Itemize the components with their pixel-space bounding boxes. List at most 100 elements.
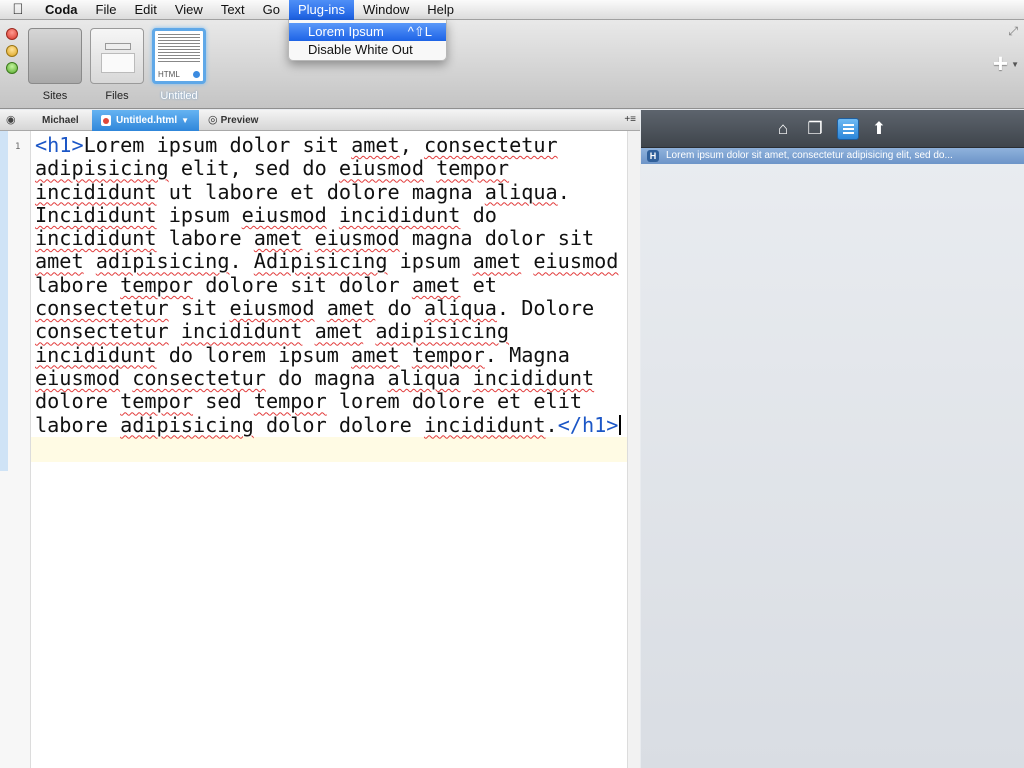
- misspelled-word: incididunt: [35, 342, 157, 367]
- misspelled-word: amet: [411, 272, 461, 297]
- misspelled-word: eiusmod: [241, 202, 327, 227]
- zoom-window-button[interactable]: [6, 62, 18, 74]
- misspelled-word: adipisicing: [35, 156, 169, 181]
- misspelled-word: eiusmod: [314, 226, 400, 251]
- misspelled-word: adipisicing: [120, 412, 254, 437]
- split-pane-icon[interactable]: +≡: [624, 114, 636, 125]
- files-thumbnail[interactable]: [90, 28, 144, 84]
- misspelled-word: Adipisicing: [253, 249, 388, 274]
- home-icon[interactable]: ⌂: [772, 118, 794, 140]
- misspelled-word: tempor: [120, 272, 194, 297]
- menu-bar:  Coda File Edit View Text Go Plug-ins W…: [0, 0, 1024, 20]
- misspelled-word: amet: [314, 319, 364, 344]
- misspelled-word: aliqua: [423, 296, 497, 321]
- misspelled-word: amet: [35, 249, 84, 274]
- current-line-highlight: [31, 437, 627, 462]
- menu-plugins[interactable]: Plug-ins: [289, 0, 354, 20]
- misspelled-word: consectetur: [35, 296, 169, 321]
- menu-item-lorem-ipsum[interactable]: Lorem Ipsum ^⇧L: [289, 23, 446, 41]
- breadcrumb-site[interactable]: Michael: [42, 110, 79, 131]
- menu-text[interactable]: Text: [212, 0, 254, 20]
- breadcrumb-file[interactable]: Untitled.html ▼: [92, 110, 200, 131]
- menu-go[interactable]: Go: [254, 0, 289, 20]
- misspelled-word: incididunt: [338, 202, 461, 227]
- navigator-icon[interactable]: [837, 118, 859, 140]
- breadcrumb: ◉ Michael Untitled.html ▼ ◎ Preview +≡: [0, 110, 640, 131]
- plugins-dropdown: Lorem Ipsum ^⇧L Disable White Out: [288, 20, 447, 61]
- menu-help[interactable]: Help: [418, 0, 463, 20]
- misspelled-word: eiusmod: [229, 296, 315, 321]
- add-icon[interactable]: +: [993, 48, 1008, 79]
- text-cursor: [619, 414, 622, 435]
- misspelled-word: eiusmod: [35, 365, 121, 390]
- misspelled-word: incididunt: [472, 365, 595, 390]
- misspelled-word: consectetur: [132, 365, 266, 390]
- sites-label: Sites: [42, 90, 68, 102]
- heading-text: Lorem ipsum dolor sit amet, consectetur …: [35, 133, 619, 437]
- untitled-document-thumbnail[interactable]: HTML: [152, 28, 206, 84]
- misspelled-word: Incididunt: [35, 202, 157, 227]
- misspelled-word: aliqua: [387, 365, 461, 390]
- fold-indicator[interactable]: [0, 131, 8, 471]
- hide-show-icon[interactable]: ◉: [6, 114, 20, 126]
- apple-icon[interactable]: : [0, 0, 36, 20]
- misspelled-word: consectetur: [35, 319, 169, 344]
- misspelled-word: tempor: [436, 156, 510, 181]
- menu-view[interactable]: View: [166, 0, 212, 20]
- menu-app[interactable]: Coda: [36, 0, 87, 20]
- menu-item-label: Lorem Ipsum: [308, 24, 384, 39]
- menu-file[interactable]: File: [87, 0, 126, 20]
- chevron-down-icon: ▼: [181, 116, 190, 125]
- misspelled-word: amet: [351, 342, 400, 367]
- file-panel-decoration: [101, 53, 135, 73]
- misspelled-word: eiusmod: [533, 249, 619, 274]
- close-window-button[interactable]: [6, 28, 18, 40]
- clips-icon[interactable]: ❐: [804, 118, 826, 140]
- sites-thumbnail[interactable]: [28, 28, 82, 84]
- minimize-window-button[interactable]: [6, 45, 18, 57]
- misspelled-word: consectetur: [424, 133, 558, 157]
- close-tag: </h1>: [557, 412, 619, 437]
- heading-badge-icon: H: [647, 150, 659, 162]
- code-text[interactable]: <h1>Lorem ipsum dolor sit amet, consecte…: [35, 133, 625, 437]
- misspelled-word: adipisicing: [375, 319, 510, 344]
- misspelled-word: amet: [253, 226, 303, 251]
- document-format-label: HTML: [158, 70, 180, 79]
- file-bar-decoration: [105, 43, 131, 50]
- preview-label: Preview: [220, 115, 259, 126]
- code-editor[interactable]: 1 <h1>Lorem ipsum dolor sit amet, consec…: [0, 131, 640, 768]
- outline-item[interactable]: H Lorem ipsum dolor sit amet, consectetu…: [641, 148, 1024, 164]
- unsaved-dot-icon: [193, 71, 200, 78]
- publish-icon[interactable]: ⬆: [868, 118, 890, 140]
- window-toolbar: Sites Files HTML Untitled ⤢ + ▼: [0, 20, 1024, 109]
- misspelled-word: aliqua: [484, 179, 558, 204]
- misspelled-word: incididunt: [35, 179, 157, 204]
- document-preview-lines: [158, 34, 200, 64]
- navigator-panel: H Lorem ipsum dolor sit amet, consectetu…: [641, 148, 1024, 768]
- open-tag: <h1>: [35, 133, 84, 157]
- misspelled-word: tempor: [411, 342, 485, 367]
- line-gutter: 1: [0, 131, 31, 768]
- misspelled-word: incididunt: [423, 412, 546, 437]
- misspelled-word: tempor: [120, 389, 194, 414]
- sidebar-toolbar: ⌂ ❐ ⬆: [641, 110, 1024, 148]
- misspelled-word: amet: [472, 249, 522, 274]
- eye-icon: ◎: [208, 114, 218, 126]
- fullscreen-icon[interactable]: ⤢: [1008, 24, 1018, 39]
- misspelled-word: amet: [326, 296, 376, 321]
- menu-window[interactable]: Window: [354, 0, 418, 20]
- misspelled-word: incididunt: [180, 319, 303, 344]
- outline-item-label: Lorem ipsum dolor sit amet, consectetur …: [666, 150, 953, 161]
- untitled-label: Untitled: [160, 90, 198, 102]
- menu-edit[interactable]: Edit: [125, 0, 165, 20]
- vertical-scrollbar[interactable]: [627, 131, 640, 768]
- preview-button[interactable]: ◎ Preview: [208, 110, 258, 131]
- files-label: Files: [105, 90, 129, 102]
- misspelled-word: amet: [351, 133, 400, 157]
- breadcrumb-file-label: Untitled.html: [116, 115, 178, 126]
- line-number: 1: [15, 142, 21, 152]
- misspelled-word: adipisicing: [95, 249, 230, 274]
- misspelled-word: incididunt: [35, 226, 157, 251]
- menu-item-disable-white-out[interactable]: Disable White Out: [289, 41, 446, 59]
- chevron-down-icon[interactable]: ▼: [1011, 60, 1019, 69]
